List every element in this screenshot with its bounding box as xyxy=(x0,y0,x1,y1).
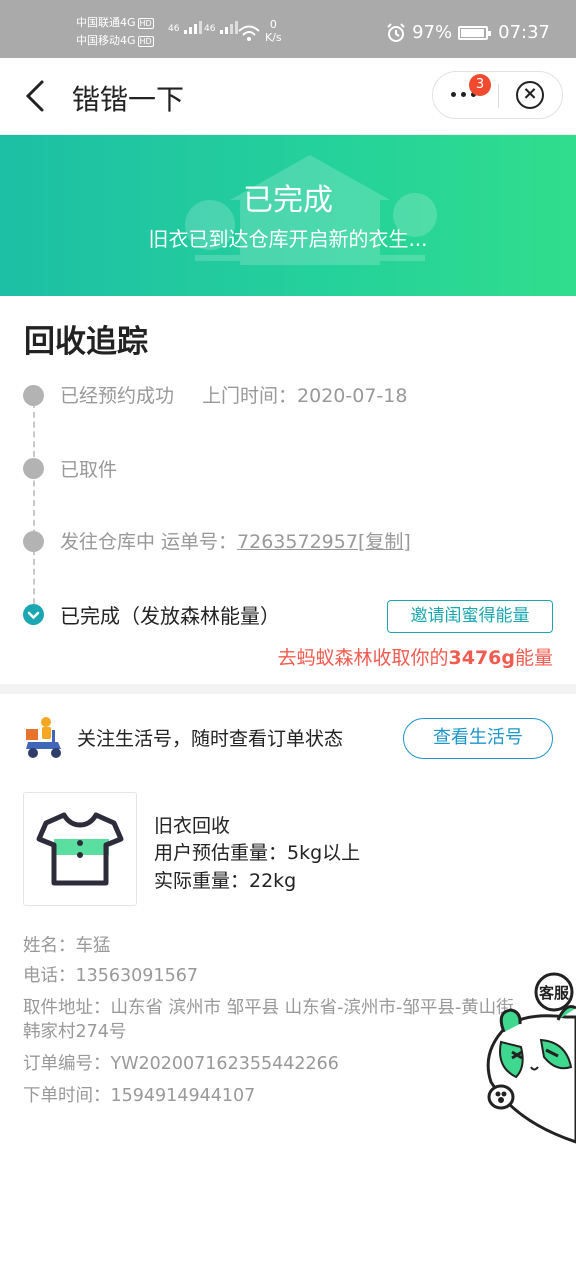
invite-friends-button[interactable]: 邀请闺蜜得能量 xyxy=(387,600,553,633)
battery-percent: 97% xyxy=(412,22,453,43)
follow-account-text: 关注生活号，随时查看订单状态 xyxy=(77,728,344,750)
actual-weight: 实际重量：22kg xyxy=(154,870,297,892)
section-title-tracking: 回收追踪 xyxy=(24,324,148,360)
net-speed: 0 K/s xyxy=(265,18,282,44)
nav-header: 锴锴一下 3 × xyxy=(0,58,576,135)
clock: 07:37 xyxy=(498,22,550,43)
close-icon: × xyxy=(516,81,544,109)
customer-service-label: 客服 xyxy=(538,984,569,1002)
view-life-account-button[interactable]: 查看生活号 xyxy=(403,718,553,759)
banner-subtitle: 旧衣已到达仓库开启新的衣生... xyxy=(148,227,428,251)
carrier-2: 中国移动4G HD xyxy=(76,34,154,47)
timeline-dot xyxy=(23,458,44,479)
tracking-number: 7263572957 xyxy=(237,531,358,553)
timeline-step-shipping: 发往仓库中 运单号：7263572957[复制] xyxy=(60,531,411,553)
timeline-dot xyxy=(23,385,44,406)
alarm-icon xyxy=(387,22,405,42)
page-title: 锴锴一下 xyxy=(72,83,185,116)
estimated-weight: 用户预估重量：5kg以上 xyxy=(154,842,361,864)
signal-icon-2: 46 xyxy=(204,20,240,34)
order-number: 订单编号：YW202007162355442266 xyxy=(23,1054,339,1074)
more-button[interactable]: 3 xyxy=(433,72,498,118)
timeline-step-picked-up: 已取件 xyxy=(60,459,118,481)
pickup-address: 取件地址：山东省 滨州市 邹平县 山东省-滨州市-邹平县-黄山街 xyxy=(23,998,514,1018)
status-bar: 中国联通4G HD 中国移动4G HD 46 46 0 K/s 97% 07:37 xyxy=(0,0,576,58)
wifi-icon xyxy=(238,25,260,41)
status-right: 97% 07:37 xyxy=(386,22,550,43)
check-circle-icon xyxy=(23,604,44,625)
status-banner: 已完成 旧衣已到达仓库开启新的衣生... xyxy=(0,135,576,296)
banner-title: 已完成 xyxy=(243,183,333,218)
pickup-address-line2: 韩家村274号 xyxy=(23,1022,127,1042)
delivery-scooter-icon xyxy=(26,717,61,758)
order-time: 下单时间：1594914944107 xyxy=(23,1086,256,1106)
product-thumbnail xyxy=(23,792,137,906)
copy-link[interactable]: [复制] xyxy=(358,531,411,553)
forest-energy-link[interactable]: 去蚂蚁森林收取你的3476g能量 xyxy=(277,643,553,670)
timeline-line xyxy=(33,402,35,614)
back-button[interactable] xyxy=(18,76,58,116)
timeline-dot xyxy=(23,531,44,552)
battery-icon xyxy=(458,25,492,40)
notification-badge: 3 xyxy=(469,74,491,96)
mini-program-capsule: 3 × xyxy=(432,71,563,119)
customer-phone: 电话：13563091567 xyxy=(23,966,198,986)
tshirt-icon xyxy=(36,812,124,886)
section-divider xyxy=(0,684,576,694)
carrier-1: 中国联通4G HD xyxy=(76,16,154,29)
signal-icon: 46 xyxy=(168,20,204,34)
timeline-step-booked: 已经预约成功 上门时间：2020-07-18 xyxy=(60,385,408,407)
product-name: 旧衣回收 xyxy=(154,815,231,837)
customer-service-button[interactable]: 客服 xyxy=(476,972,576,1144)
customer-name: 姓名：车猛 xyxy=(23,936,111,956)
timeline-step-completed: 已完成（发放森林能量） xyxy=(60,604,280,628)
chevron-left-icon xyxy=(25,80,44,112)
close-button[interactable]: × xyxy=(499,72,563,118)
